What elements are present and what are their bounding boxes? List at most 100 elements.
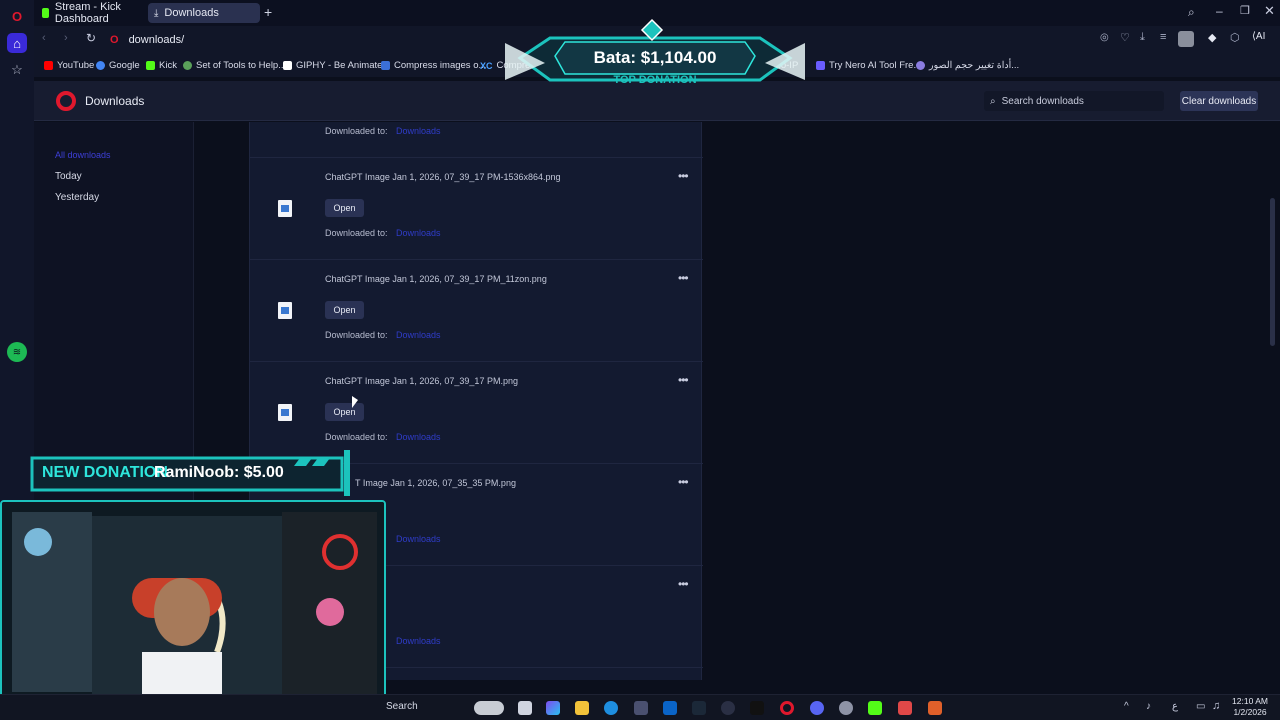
network-icon[interactable]: ▭ xyxy=(1196,701,1205,712)
nav-today[interactable]: Today xyxy=(55,171,82,182)
search-tabs-icon[interactable]: ⌕ xyxy=(1188,5,1195,20)
edge-icon[interactable] xyxy=(604,701,618,715)
tf-icon[interactable] xyxy=(928,701,942,715)
clock-date: 1/2/2026 xyxy=(1233,707,1267,717)
obs-icon[interactable] xyxy=(839,701,853,715)
kick-app-icon[interactable] xyxy=(868,701,882,715)
search-highlight-icon[interactable] xyxy=(474,701,504,715)
image-file-icon xyxy=(278,404,292,421)
bookmark-nero[interactable]: Try Nero AI Tool Fre... xyxy=(816,58,921,73)
image-file-icon xyxy=(278,302,292,319)
search-icon: ⌕ xyxy=(990,95,996,107)
menu-icon[interactable]: ≡ xyxy=(1160,31,1166,43)
home-icon[interactable]: ⌂ xyxy=(7,33,27,53)
search-input[interactable]: ⌕ Search downloads xyxy=(984,91,1164,111)
download-path-link[interactable]: Downloads xyxy=(396,636,441,646)
close-button[interactable]: ✕ xyxy=(1264,3,1275,19)
aria-ai-icon[interactable]: ⟨AI xyxy=(1252,31,1265,42)
app-icon[interactable] xyxy=(898,701,912,715)
star-icon[interactable]: ☆ xyxy=(7,60,27,80)
open-button[interactable]: Open xyxy=(325,199,364,217)
search-placeholder: Search downloads xyxy=(1001,95,1084,107)
forward-icon[interactable]: › xyxy=(64,32,68,44)
spotify-icon[interactable]: ≋ xyxy=(7,342,27,362)
bookmark-resize-ar[interactable]: أداة تغيير حجم الصور... xyxy=(916,58,1019,73)
bookmark-google[interactable]: Google xyxy=(96,58,140,73)
bookmark-youtube[interactable]: YouTube xyxy=(44,58,94,73)
file-name: T Image Jan 1, 2026, 07_35_35 PM.png xyxy=(355,478,516,488)
more-options-icon[interactable]: ••• xyxy=(678,577,689,591)
top-donation-overlay: Bata: $1,104.00 TOP DONATION xyxy=(505,18,805,88)
discord-icon[interactable] xyxy=(810,701,824,715)
language-indicator[interactable]: ع xyxy=(1172,701,1178,712)
scrollbar[interactable] xyxy=(1270,198,1275,346)
heart-icon[interactable]: ♡ xyxy=(1120,31,1130,44)
bookmark-label: Google xyxy=(109,60,140,71)
clear-downloads-button[interactable]: Clear downloads xyxy=(1180,91,1258,111)
outlook-icon[interactable] xyxy=(663,701,677,715)
taskbar-search[interactable]: Search xyxy=(386,701,418,712)
file-name: ChatGPT Image Jan 1, 2026, 07_39_17 PM.p… xyxy=(325,376,518,386)
tab-kick-dashboard[interactable]: Stream - Kick Dashboard xyxy=(36,1,146,25)
tab-label: Stream - Kick Dashboard xyxy=(54,1,121,25)
clock[interactable]: 12:10 AM 1/2/2026 xyxy=(1228,696,1272,718)
tiktok-icon[interactable] xyxy=(750,701,764,715)
downloaded-to-label: Downloaded to: xyxy=(325,330,388,340)
restore-button[interactable]: ❐ xyxy=(1240,4,1250,17)
steam-icon[interactable] xyxy=(692,701,706,715)
resize-icon xyxy=(916,61,925,70)
camera-icon[interactable]: ◎ xyxy=(1100,32,1109,43)
address-bar[interactable]: O downloads/ xyxy=(110,30,560,50)
minimize-button[interactable]: – xyxy=(1216,4,1223,18)
downloaded-to-label: Downloaded to: xyxy=(325,228,388,238)
more-options-icon[interactable]: ••• xyxy=(678,475,689,489)
mic-icon[interactable]: ♪ xyxy=(1146,701,1151,712)
opera-page-icon: O xyxy=(110,34,119,46)
new-tab-button[interactable]: + xyxy=(264,4,272,20)
more-options-icon[interactable]: ••• xyxy=(678,373,689,387)
download-card: ChatGPT Image Jan 1, 2026, 07_39_17 PM.p… xyxy=(250,362,703,464)
profile-avatar[interactable] xyxy=(1178,31,1194,47)
image-file-icon xyxy=(278,200,292,217)
tools-icon xyxy=(183,61,192,70)
volume-icon[interactable]: ♫ xyxy=(1212,700,1220,712)
download-path-link[interactable]: Downloads xyxy=(396,432,441,442)
task-view-icon[interactable] xyxy=(518,701,532,715)
mouse-cursor-icon xyxy=(352,396,358,408)
more-options-icon[interactable]: ••• xyxy=(678,169,689,183)
more-options-icon[interactable]: ••• xyxy=(678,271,689,285)
nav-all-downloads[interactable]: All downloads xyxy=(55,150,111,160)
open-button[interactable]: Open xyxy=(325,301,364,319)
taskbar: Search ^ ♪ ع ▭ ♫ 12:10 AM 1/2/2026 xyxy=(0,694,1280,720)
download-card: ChatGPT Image Jan 1, 2026, 07_39_17 PM-1… xyxy=(250,158,703,260)
bookmark-label: Kick xyxy=(159,60,177,71)
download-card: ChatGPT Image Jan 1, 2026, 07_39_17 PM_1… xyxy=(250,260,703,362)
tray-chevron-icon[interactable]: ^ xyxy=(1124,701,1129,712)
extension-icon[interactable]: ◆ xyxy=(1208,31,1216,44)
page-title: Downloads xyxy=(85,94,145,108)
downloaded-to-label: Downloaded to: xyxy=(325,126,388,136)
copilot-icon[interactable] xyxy=(546,701,560,715)
downloads-icon[interactable]: ⤓ xyxy=(1140,31,1145,44)
4k-app-icon[interactable] xyxy=(721,701,735,715)
webcam-overlay xyxy=(0,500,386,710)
download-path-link[interactable]: Downloads xyxy=(396,228,441,238)
reload-icon[interactable]: ↻ xyxy=(86,31,96,45)
bookmark-kick[interactable]: Kick xyxy=(146,58,177,73)
store-icon[interactable] xyxy=(634,701,648,715)
download-path-link[interactable]: Downloads xyxy=(396,330,441,340)
download-path-link[interactable]: Downloads xyxy=(396,126,441,136)
vpn-icon[interactable]: ⬡ xyxy=(1230,31,1240,44)
opera-taskbar-icon[interactable] xyxy=(780,701,794,715)
nav-yesterday[interactable]: Yesterday xyxy=(55,192,99,203)
downloaded-to-label: Downloaded to: xyxy=(325,432,388,442)
tab-downloads[interactable]: ⤓ Downloads xyxy=(148,3,260,23)
opera-logo-icon[interactable]: O xyxy=(7,6,27,26)
bookmark-label: Try Nero AI Tool Fre... xyxy=(829,60,922,71)
bookmark-label: أداة تغيير حجم الصور... xyxy=(929,60,1020,71)
download-path-link[interactable]: Downloads xyxy=(396,534,441,544)
back-icon[interactable]: ‹ xyxy=(42,32,46,44)
file-explorer-icon[interactable] xyxy=(575,701,589,715)
url-text: downloads/ xyxy=(128,34,185,46)
open-button[interactable]: Open xyxy=(325,403,364,421)
